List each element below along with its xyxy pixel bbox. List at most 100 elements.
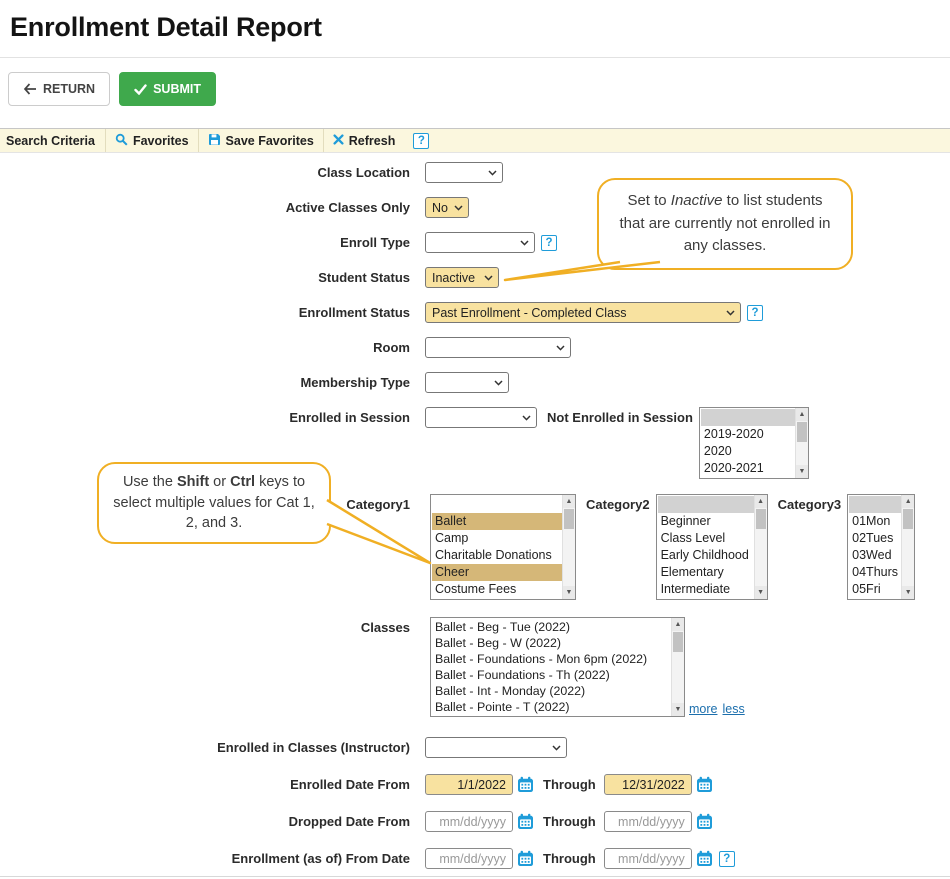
scrollbar-track[interactable] xyxy=(563,508,575,586)
refresh-text: Refresh xyxy=(348,133,396,148)
help-icon[interactable]: ? xyxy=(413,132,430,149)
enrollment-asof-row: Enrollment (as of) From Date Through ? xyxy=(0,848,950,869)
enrolled-date-from-input[interactable] xyxy=(425,774,513,795)
active-classes-only-select[interactable]: No xyxy=(425,197,469,218)
class-location-select[interactable] xyxy=(425,162,503,183)
listbox-option[interactable] xyxy=(849,496,902,513)
scrollbar[interactable]: ▲ ▼ xyxy=(562,495,575,599)
more-link[interactable]: more xyxy=(689,702,717,716)
listbox-option[interactable]: 2020-2021 xyxy=(701,460,795,477)
scrollbar-thumb[interactable] xyxy=(564,509,574,529)
classes-listbox[interactable]: Ballet - Beg - Tue (2022) Ballet - Beg - … xyxy=(430,617,685,717)
calendar-icon[interactable] xyxy=(696,850,713,867)
inactive-callout: Set to Inactive to list students that ar… xyxy=(597,178,853,270)
scroll-up-icon[interactable]: ▲ xyxy=(795,408,808,421)
scrollbar[interactable]: ▲ ▼ xyxy=(901,495,915,599)
dropped-date-from-input[interactable] xyxy=(425,811,513,832)
listbox-option[interactable]: Ballet - Beg - W (2022) xyxy=(432,635,671,651)
scroll-up-icon[interactable]: ▲ xyxy=(672,618,684,631)
listbox-option[interactable]: Ballet - Foundations - Mon 6pm (2022) xyxy=(432,651,671,667)
return-button[interactable]: RETURN xyxy=(8,72,111,106)
favorites-link[interactable]: Favorites xyxy=(104,129,198,152)
student-status-select[interactable]: Inactive xyxy=(425,267,499,288)
scrollbar[interactable]: ▲ ▼ xyxy=(671,618,684,716)
category1-listbox[interactable]: Ballet Camp Charitable Donations Cheer Costu… xyxy=(430,494,576,600)
scrollbar-track[interactable] xyxy=(796,421,808,465)
less-link[interactable]: less xyxy=(722,702,744,716)
listbox-option[interactable]: Charitable Donations xyxy=(432,547,562,564)
scroll-down-icon[interactable]: ▼ xyxy=(795,465,808,478)
calendar-icon[interactable] xyxy=(696,776,713,793)
scroll-down-icon[interactable]: ▼ xyxy=(754,586,767,599)
listbox-option[interactable]: Costume Fees xyxy=(432,581,562,598)
scrollbar-thumb[interactable] xyxy=(903,509,914,529)
scroll-up-icon[interactable]: ▲ xyxy=(902,495,915,508)
category2-label: Category2 xyxy=(586,497,650,512)
arrow-left-icon xyxy=(23,83,37,95)
refresh-link[interactable]: Refresh xyxy=(322,129,405,152)
enroll-type-select[interactable] xyxy=(425,232,535,253)
help-icon[interactable]: ? xyxy=(747,304,763,321)
help-icon[interactable]: ? xyxy=(718,850,735,867)
enrollment-asof-from-input[interactable] xyxy=(425,848,513,869)
listbox-option[interactable]: Cheer xyxy=(432,564,562,581)
not-enrolled-in-session-label: Not Enrolled in Session xyxy=(547,410,693,425)
scroll-up-icon[interactable]: ▲ xyxy=(563,495,575,508)
scrollbar-track[interactable] xyxy=(672,631,684,703)
listbox-option[interactable]: 04Thurs xyxy=(849,564,901,581)
listbox-option[interactable]: 2020 xyxy=(701,443,795,460)
listbox-option[interactable] xyxy=(432,496,562,513)
scrollbar[interactable]: ▲ ▼ xyxy=(794,408,808,478)
listbox-options: 2019-2020 2020 2020-2021 xyxy=(700,408,795,478)
scroll-down-icon[interactable]: ▼ xyxy=(902,586,915,599)
scrollbar-track[interactable] xyxy=(902,508,914,586)
enrolled-in-session-select[interactable] xyxy=(425,407,537,428)
enrolled-date-through-input[interactable] xyxy=(603,774,692,795)
listbox-option[interactable]: Ballet - Int - Monday (2022) xyxy=(432,683,671,699)
listbox-option[interactable]: Early Childhood xyxy=(658,547,754,564)
listbox-option[interactable]: Intermediate xyxy=(658,581,754,598)
listbox-option[interactable]: Ballet xyxy=(432,513,562,530)
scroll-down-icon[interactable]: ▼ xyxy=(563,586,575,599)
scrollbar-track[interactable] xyxy=(755,508,767,586)
category3-listbox[interactable]: 01Mon 02Tues 03Wed 04Thurs 05Fri ▲ ▼ xyxy=(847,494,916,600)
listbox-option[interactable]: Class Level xyxy=(658,530,754,547)
listbox-option[interactable]: 2019-2020 xyxy=(701,426,795,443)
listbox-option[interactable] xyxy=(657,496,754,513)
scroll-up-icon[interactable]: ▲ xyxy=(754,495,767,508)
chevron-down-icon xyxy=(488,169,497,176)
calendar-icon[interactable] xyxy=(696,813,713,830)
submit-button[interactable]: SUBMIT xyxy=(119,72,217,106)
scrollbar-thumb[interactable] xyxy=(796,422,807,442)
enrollment-status-select[interactable]: Past Enrollment - Completed Class xyxy=(425,302,741,323)
listbox-option[interactable]: 05Fri xyxy=(849,581,901,598)
scrollbar-thumb[interactable] xyxy=(673,632,683,652)
instructor-select[interactable] xyxy=(425,737,567,758)
listbox-option[interactable]: Camp xyxy=(432,530,562,547)
calendar-icon[interactable] xyxy=(517,813,534,830)
listbox-option[interactable]: 01Mon xyxy=(849,513,901,530)
calendar-icon[interactable] xyxy=(517,776,534,793)
listbox-option[interactable]: Beginner xyxy=(658,513,754,530)
scrollbar[interactable]: ▲ ▼ xyxy=(753,495,767,599)
not-enrolled-in-session-listbox[interactable]: 2019-2020 2020 2020-2021 ▲ ▼ xyxy=(698,407,809,479)
membership-type-select[interactable] xyxy=(425,372,509,393)
listbox-option[interactable]: 02Tues xyxy=(849,530,901,547)
listbox-option[interactable]: Ballet - Beg - Tue (2022) xyxy=(432,619,671,635)
listbox-option[interactable]: Ballet - Pointe - T (2022) xyxy=(432,699,671,715)
listbox-option[interactable]: 03Wed xyxy=(849,547,901,564)
room-select[interactable] xyxy=(425,337,571,358)
scrollbar-thumb[interactable] xyxy=(755,509,766,529)
calendar-icon[interactable] xyxy=(517,850,534,867)
listbox-option[interactable]: Elementary xyxy=(658,564,754,581)
dropped-date-through-input[interactable] xyxy=(603,811,692,832)
save-favorites-link[interactable]: Save Favorites xyxy=(197,129,323,152)
through-label: Through xyxy=(543,851,596,866)
scroll-down-icon[interactable]: ▼ xyxy=(672,703,684,716)
callout-emphasis: Inactive xyxy=(670,192,723,209)
listbox-option[interactable] xyxy=(700,409,795,426)
category2-listbox[interactable]: Beginner Class Level Early Childhood Elemen… xyxy=(655,494,768,600)
listbox-option[interactable]: Ballet - Foundations - Th (2022) xyxy=(432,667,671,683)
help-icon[interactable]: ? xyxy=(541,234,557,251)
enrollment-asof-through-input[interactable] xyxy=(603,848,692,869)
